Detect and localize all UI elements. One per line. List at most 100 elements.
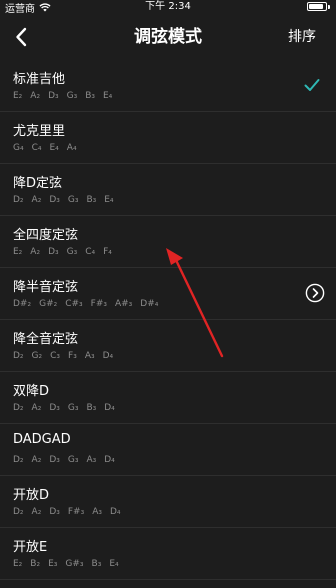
tuning-item[interactable]: 尤克里里 G₄ C₄ E₄ A₄ <box>0 112 336 164</box>
note-label: D₄ <box>102 351 114 361</box>
tuning-name: 双降D <box>13 384 50 399</box>
note-label: A₄ <box>66 143 77 153</box>
note-label: A₃ <box>92 507 102 517</box>
note-label: G₃ <box>67 195 79 205</box>
tuning-notes: D#₂ G#₂ C#₃ F#₃ A#₃ D#₄ <box>13 299 158 309</box>
note-label: E₂ <box>13 559 23 569</box>
tuning-mode-screen: 运营商 下午 2:34 调弦模式 排序 标准吉他 E₂ A₂ D₃ G₃ B₃ E₄ 尤克里里… <box>0 0 336 588</box>
chevron-right-circle-icon[interactable] <box>305 283 325 303</box>
note-label: B₃ <box>86 195 97 205</box>
note-label: E₄ <box>104 195 114 205</box>
note-label: D₂ <box>13 351 24 361</box>
note-label: D₃ <box>49 455 60 465</box>
page-title: 调弦模式 <box>134 27 202 47</box>
note-label: A₂ <box>31 507 42 517</box>
note-label: C#₃ <box>65 299 83 309</box>
battery-indicator <box>307 2 330 11</box>
tuning-notes: D₂ A₂ D₃ G₃ A₃ D₄ <box>13 455 115 465</box>
tuning-name: 降D定弦 <box>13 176 63 191</box>
tuning-name: 降全音定弦 <box>13 332 79 347</box>
tuning-item[interactable]: 开放E E₂ B₂ E₃ G#₃ B₃ E₄ <box>0 528 336 580</box>
note-label: D₄ <box>104 403 115 413</box>
note-label: E₃ <box>48 559 58 569</box>
status-time: 下午 2:34 <box>145 1 191 12</box>
tuning-name: DADGAD <box>13 432 71 447</box>
tuning-item[interactable]: 标准吉他 E₂ A₂ D₃ G₃ B₃ E₄ <box>0 60 336 112</box>
note-label: E₂ <box>13 247 23 257</box>
note-label: F#₃ <box>67 507 85 517</box>
tuning-notes: D₂ A₂ D₃ G₃ B₃ E₄ <box>13 195 114 205</box>
note-label: A₃ <box>84 351 95 361</box>
note-label: D#₄ <box>140 299 159 309</box>
note-label: G₃ <box>66 247 78 257</box>
note-label: C₃ <box>50 351 61 361</box>
note-label: D₃ <box>49 507 60 517</box>
note-label: D#₂ <box>13 299 32 309</box>
tuning-item[interactable]: DADGAD D₂ A₂ D₃ G₃ A₃ D₄ <box>0 424 336 476</box>
note-label: G#₂ <box>39 299 58 309</box>
note-label: G₃ <box>67 455 79 465</box>
tuning-name: 降半音定弦 <box>13 280 79 295</box>
note-label: E₂ <box>13 91 23 101</box>
tuning-item[interactable]: 双降D D₂ A₂ D₃ G₃ B₃ D₄ <box>0 372 336 424</box>
nav-bar: 调弦模式 排序 <box>0 14 336 60</box>
note-label: D₄ <box>109 507 121 517</box>
tuning-notes: D₂ A₂ D₃ F#₃ A₃ D₄ <box>13 507 121 517</box>
tuning-notes: E₂ B₂ E₃ G#₃ B₃ E₄ <box>13 559 119 569</box>
note-label: D₂ <box>13 195 24 205</box>
tuning-name: 开放D <box>13 488 50 503</box>
note-label: F₄ <box>103 247 112 257</box>
tuning-item[interactable]: 降全音定弦 D₂ G₂ C₃ F₃ A₃ D₄ <box>0 320 336 372</box>
tuning-item[interactable]: 全四度定弦 E₂ A₂ D₃ G₃ C₄ F₄ <box>0 216 336 268</box>
note-label: A₃ <box>86 455 97 465</box>
tuning-name: 全四度定弦 <box>13 228 79 243</box>
note-label: C₄ <box>85 247 96 257</box>
note-label: A#₃ <box>114 299 133 309</box>
note-label: A₂ <box>30 247 41 257</box>
note-label: D₂ <box>13 507 24 517</box>
note-label: C₄ <box>31 143 42 153</box>
battery-cap <box>328 4 330 9</box>
tuning-notes: D₂ G₂ C₃ F₃ A₃ D₄ <box>13 351 113 361</box>
note-label: F₃ <box>68 351 77 361</box>
tuning-list: 标准吉他 E₂ A₂ D₃ G₃ B₃ E₄ 尤克里里 G₄ C₄ E₄ A₄ 降D定弦 D₂ A₂ D₃ G₃… <box>0 60 336 580</box>
battery-icon <box>307 2 327 11</box>
note-label: A₂ <box>31 195 42 205</box>
note-label: A₂ <box>31 455 42 465</box>
tuning-item[interactable]: 开放D D₂ A₂ D₃ F#₃ A₃ D₄ <box>0 476 336 528</box>
tuning-name: 尤克里里 <box>13 124 66 139</box>
tuning-name: 标准吉他 <box>13 72 66 87</box>
note-label: E₄ <box>103 91 113 101</box>
note-label: D₃ <box>48 247 59 257</box>
checkmark-icon <box>304 79 320 91</box>
note-label: E₄ <box>49 143 59 153</box>
note-label: F#₃ <box>90 299 107 309</box>
note-label: E₄ <box>109 559 119 569</box>
sort-button[interactable]: 排序 <box>288 14 316 60</box>
tuning-notes: E₂ A₂ D₃ G₃ B₃ E₄ <box>13 91 112 101</box>
note-label: G₄ <box>13 143 24 153</box>
tuning-item[interactable]: 降D定弦 D₂ A₂ D₃ G₃ B₃ E₄ <box>0 164 336 216</box>
note-label: G#₃ <box>65 559 84 569</box>
note-label: G₃ <box>66 91 78 101</box>
note-label: G₃ <box>67 403 79 413</box>
note-label: B₃ <box>85 91 95 101</box>
tuning-notes: G₄ C₄ E₄ A₄ <box>13 143 77 153</box>
note-label: B₃ <box>86 403 97 413</box>
tuning-item[interactable]: 降半音定弦 D#₂ G#₂ C#₃ F#₃ A#₃ D#₄ <box>0 268 336 320</box>
note-label: D₃ <box>49 195 60 205</box>
note-label: A₂ <box>31 403 42 413</box>
tuning-name: 开放E <box>13 540 48 555</box>
note-label: D₃ <box>49 403 60 413</box>
note-label: B₂ <box>30 559 41 569</box>
tuning-notes: D₂ A₂ D₃ G₃ B₃ D₄ <box>13 403 115 413</box>
note-label: D₂ <box>13 455 24 465</box>
note-label: B₃ <box>91 559 102 569</box>
note-label: G₂ <box>31 351 43 361</box>
note-label: A₂ <box>30 91 41 101</box>
note-label: D₂ <box>13 403 24 413</box>
tuning-notes: E₂ A₂ D₃ G₃ C₄ F₄ <box>13 247 112 257</box>
note-label: D₃ <box>48 91 59 101</box>
status-bar: 运营商 下午 2:34 <box>0 0 336 15</box>
battery-fill <box>309 4 324 9</box>
